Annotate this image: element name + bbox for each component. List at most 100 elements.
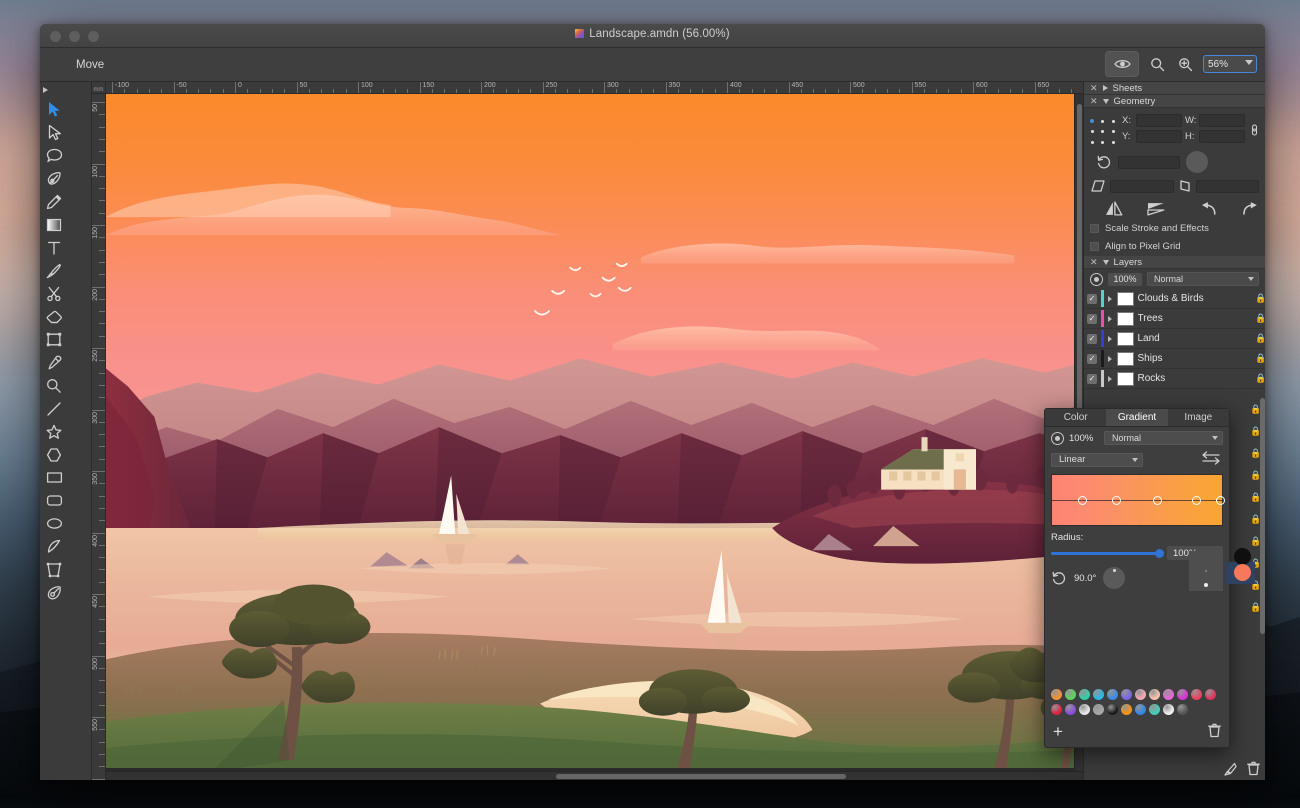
color-swatch[interactable] xyxy=(1051,704,1062,715)
color-swatch[interactable] xyxy=(1065,689,1076,700)
gradient-opacity-value[interactable]: 100% xyxy=(1069,433,1099,444)
tab-gradient[interactable]: Gradient xyxy=(1106,409,1168,426)
scale-stroke-row[interactable]: Scale Stroke and Effects xyxy=(1090,223,1259,234)
radius-slider-knob[interactable] xyxy=(1155,548,1164,558)
gradient-angle-dial[interactable] xyxy=(1103,567,1126,589)
align-pixel-grid-row[interactable]: Align to Pixel Grid xyxy=(1090,241,1259,252)
polygon-tool[interactable] xyxy=(42,443,66,466)
pencil-tool[interactable] xyxy=(42,190,66,213)
color-swatch[interactable] xyxy=(1191,689,1202,700)
lock-icon[interactable]: 🔒 xyxy=(1255,353,1265,364)
color-swatch[interactable] xyxy=(1079,689,1090,700)
eyedropper-tool[interactable] xyxy=(42,351,66,374)
layer-row[interactable]: ✓ Ships 🔒 xyxy=(1084,349,1265,369)
star-tool[interactable] xyxy=(42,420,66,443)
color-swatch[interactable] xyxy=(1135,704,1146,715)
swap-gradient-button[interactable] xyxy=(1201,451,1221,468)
color-swatch[interactable] xyxy=(1065,704,1076,715)
pen-tool[interactable] xyxy=(42,167,66,190)
color-swatch[interactable] xyxy=(1107,689,1118,700)
align-pixel-grid-checkbox[interactable] xyxy=(1090,242,1099,251)
layer-thumbnail[interactable] xyxy=(1116,291,1134,306)
gradient-stop-handle[interactable] xyxy=(1152,495,1162,505)
layer-row[interactable]: ✓ Land 🔒 xyxy=(1084,329,1265,349)
chevron-right-icon[interactable] xyxy=(1108,375,1113,382)
brush-tool[interactable] xyxy=(42,259,66,282)
layer-visibility-checkbox[interactable]: ✓ xyxy=(1087,313,1097,324)
lock-icon[interactable]: 🔒 xyxy=(1255,373,1265,384)
panel-header-layers[interactable]: ✕ Layers xyxy=(1084,256,1265,269)
y-field[interactable] xyxy=(1136,130,1182,143)
flip-horizontal-icon[interactable] xyxy=(1104,201,1124,216)
rotation-dial[interactable] xyxy=(1186,151,1208,173)
shear-vertical-field[interactable] xyxy=(1195,179,1259,193)
scissors-tool[interactable] xyxy=(42,282,66,305)
artboard[interactable] xyxy=(106,94,1083,780)
x-field[interactable] xyxy=(1136,114,1182,127)
layer-row[interactable]: ✓ Rocks 🔒 xyxy=(1084,369,1265,389)
zoom-out-button[interactable] xyxy=(1147,53,1167,75)
lock-icon[interactable]: 🔒 xyxy=(1255,313,1265,324)
chevron-right-icon[interactable] xyxy=(1108,335,1113,342)
color-swatch[interactable] xyxy=(1107,704,1118,715)
color-swatch[interactable] xyxy=(1051,689,1062,700)
lasso-tool[interactable] xyxy=(42,144,66,167)
mask-brush-icon[interactable] xyxy=(1224,762,1237,776)
close-icon[interactable]: ✕ xyxy=(1090,83,1098,93)
mesh-warp-tool[interactable] xyxy=(42,558,66,581)
color-swatch[interactable] xyxy=(1177,704,1188,715)
layer-thumbnail[interactable] xyxy=(1116,311,1134,326)
gradient-stop-handle[interactable] xyxy=(1112,495,1122,505)
tab-color[interactable]: Color xyxy=(1045,409,1106,426)
zoom-tool[interactable] xyxy=(42,374,66,397)
close-icon[interactable]: ✕ xyxy=(1090,96,1098,106)
layer-row[interactable]: ✓ Trees 🔒 xyxy=(1084,309,1265,329)
vertical-ruler[interactable]: 50100150200250300350400450500550600 xyxy=(92,94,106,780)
delete-swatch-button[interactable] xyxy=(1208,723,1221,741)
chevron-down-icon[interactable] xyxy=(1102,259,1109,265)
h-field[interactable] xyxy=(1199,130,1245,143)
layers-blend-mode-select[interactable]: Normal xyxy=(1147,272,1259,286)
layer-row[interactable]: ✓ Clouds & Birds 🔒 xyxy=(1084,289,1265,309)
gradient-stop-handle[interactable] xyxy=(1192,495,1201,505)
rotation-field[interactable] xyxy=(1118,155,1180,169)
rectangle-tool[interactable] xyxy=(42,466,66,489)
rounded-rectangle-tool[interactable] xyxy=(42,489,66,512)
add-swatch-button[interactable]: + xyxy=(1053,723,1063,740)
rotate-left-icon[interactable] xyxy=(1200,201,1219,216)
chevron-right-icon[interactable] xyxy=(1102,85,1108,91)
ellipse-tool[interactable] xyxy=(42,512,66,535)
color-swatch[interactable] xyxy=(1121,689,1132,700)
chevron-right-icon[interactable] xyxy=(1108,355,1113,362)
ruler-unit-label[interactable]: mm xyxy=(92,82,106,94)
move-tool[interactable] xyxy=(42,98,66,121)
flip-vertical-icon[interactable] xyxy=(1146,201,1166,216)
layers-opacity-value[interactable]: 100% xyxy=(1108,272,1142,286)
horizontal-scrollbar[interactable] xyxy=(106,771,1083,780)
layer-visibility-checkbox[interactable]: ✓ xyxy=(1087,373,1097,384)
gradient-preview-thumbnail[interactable] xyxy=(1189,551,1223,591)
color-swatch[interactable] xyxy=(1093,704,1104,715)
layers-scrollbar[interactable] xyxy=(1260,398,1265,634)
line-tool[interactable] xyxy=(42,397,66,420)
color-swatch[interactable] xyxy=(1205,689,1216,700)
chevron-right-icon[interactable] xyxy=(1108,295,1113,302)
stroke-color-swatch[interactable] xyxy=(1234,548,1251,565)
color-swatch[interactable] xyxy=(1177,689,1188,700)
gradient-strip[interactable] xyxy=(1051,474,1225,526)
rotate-right-icon[interactable] xyxy=(1240,201,1259,216)
panel-header-geometry[interactable]: ✕ Geometry xyxy=(1084,95,1265,108)
chevron-right-icon[interactable] xyxy=(1108,315,1113,322)
gradient-stop-handle[interactable] xyxy=(1215,495,1225,505)
gradient-type-select[interactable]: Linear xyxy=(1051,452,1143,467)
layer-thumbnail[interactable] xyxy=(1116,331,1134,346)
lock-icon[interactable]: 🔒 xyxy=(1255,333,1265,344)
preview-toggle-button[interactable] xyxy=(1105,51,1139,77)
color-swatch[interactable] xyxy=(1121,704,1132,715)
fill-tool[interactable] xyxy=(42,213,66,236)
color-swatch[interactable] xyxy=(1149,704,1160,715)
gradient-angle-value[interactable]: 90.0° xyxy=(1074,573,1096,584)
layer-visibility-checkbox[interactable]: ✓ xyxy=(1087,333,1097,344)
color-swatch[interactable] xyxy=(1079,704,1090,715)
trash-icon[interactable] xyxy=(1247,761,1260,776)
